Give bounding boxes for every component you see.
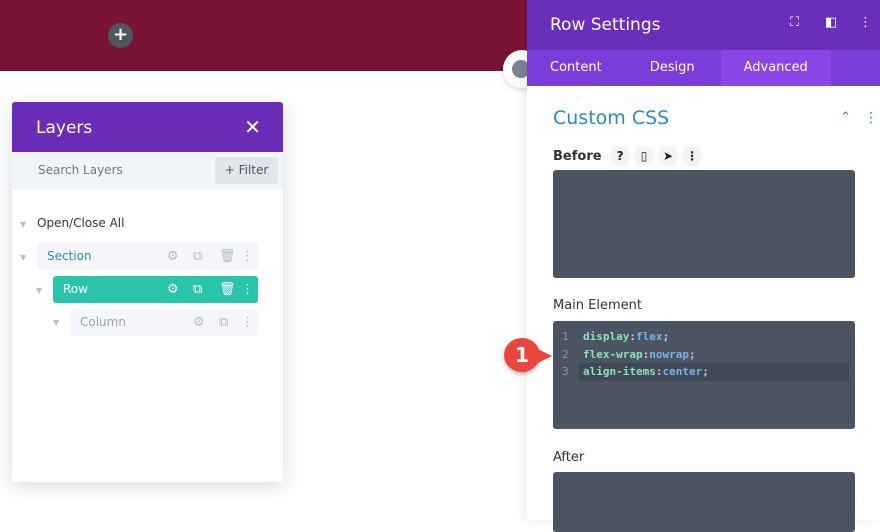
css-value: nowrap: [649, 347, 689, 361]
css-property: flex-wrap: [583, 347, 643, 361]
layers-title: Layers: [36, 118, 93, 138]
css-property: display: [583, 330, 630, 343]
code-line: 3 align-items:center;: [553, 363, 855, 381]
gear-icon[interactable]: ⚙: [167, 276, 179, 303]
layers-header: Layers ✕: [12, 102, 283, 152]
chevron-up-icon[interactable]: ⌃: [840, 110, 851, 125]
mobile-icon[interactable]: ▯: [634, 146, 655, 166]
close-icon[interactable]: ✕: [244, 115, 261, 139]
layer-row[interactable]: Row ⚙ ⧉ 🗑 ⋮: [53, 276, 258, 303]
code-line: 1 display:flex;: [553, 328, 855, 346]
tab-advanced[interactable]: Advanced: [720, 50, 831, 86]
layer-label: Column: [80, 315, 126, 329]
filter-button[interactable]: + Filter: [215, 157, 278, 184]
css-value: center: [662, 365, 703, 378]
layers-panel: Layers ✕ + Filter ▼ Open/Close All ▼ Sect…: [12, 102, 283, 482]
more-icon[interactable]: ⋮: [241, 309, 254, 336]
more-icon[interactable]: ⋮: [241, 243, 254, 270]
gear-icon[interactable]: ⚙: [167, 243, 179, 270]
open-close-all-label: Open/Close All: [37, 216, 125, 230]
duplicate-icon[interactable]: ⧉: [193, 276, 202, 303]
caret-down-icon: ▼: [20, 220, 27, 229]
custom-css-heading[interactable]: Custom CSS: [553, 107, 669, 129]
callout-badge: 1: [504, 338, 552, 372]
before-css-editor[interactable]: [553, 170, 855, 278]
tab-design[interactable]: Design: [625, 50, 721, 86]
layer-section[interactable]: Section ⚙ ⧉ 🗑 ⋮: [37, 243, 258, 270]
open-close-all[interactable]: ▼ Open/Close All: [20, 216, 124, 230]
code-line: 2 flex-wrap:nowrap;: [553, 346, 855, 364]
after-css-editor[interactable]: [553, 472, 855, 532]
trash-icon[interactable]: 🗑: [219, 276, 236, 303]
main-element-css-editor[interactable]: 1 display:flex; 2 flex-wrap:nowrap; 3 align…: [553, 321, 855, 429]
before-label: Before: [553, 149, 602, 164]
line-number: 2: [562, 347, 569, 361]
cursor-icon[interactable]: ➤: [658, 146, 679, 166]
layer-label: Section: [47, 249, 92, 263]
row-settings-panel: Row Settings ⛶ ◧ ⋮ Content Design Advanc…: [527, 0, 880, 532]
css-property: align-items: [583, 365, 656, 378]
trash-icon[interactable]: 🗑: [219, 243, 236, 270]
search-layers-input[interactable]: [38, 163, 198, 177]
more-icon[interactable]: ⋮: [859, 15, 872, 30]
fullscreen-icon[interactable]: ⛶: [790, 15, 799, 30]
css-value: flex: [635, 330, 663, 343]
after-label: After: [553, 450, 585, 465]
add-row-button[interactable]: +: [108, 23, 133, 48]
panel-title: Row Settings: [550, 15, 661, 35]
gear-icon[interactable]: ⚙: [193, 309, 205, 336]
duplicate-icon[interactable]: ⧉: [219, 309, 228, 336]
main-element-label: Main Element: [553, 298, 642, 313]
caret-down-icon[interactable]: ▼: [20, 253, 26, 262]
filter-label: Filter: [238, 163, 269, 177]
help-icon[interactable]: ?: [610, 146, 631, 166]
line-number: 3: [562, 365, 569, 378]
line-number: 1: [562, 330, 569, 343]
layer-label: Row: [63, 282, 88, 296]
caret-down-icon[interactable]: ▼: [36, 286, 42, 295]
sidebar-layout-icon[interactable]: ◧: [825, 15, 837, 30]
tab-content[interactable]: Content: [527, 50, 625, 86]
caret-down-icon[interactable]: ▼: [53, 318, 59, 327]
more-icon[interactable]: ⋮: [682, 146, 703, 166]
plus-icon: +: [224, 163, 239, 177]
more-icon[interactable]: ⋮: [241, 276, 254, 303]
layer-column[interactable]: Column ⚙ ⧉ ⋮: [70, 309, 258, 336]
duplicate-icon[interactable]: ⧉: [193, 243, 202, 270]
more-icon[interactable]: ⋮: [864, 110, 878, 126]
page-section-background: [0, 0, 527, 71]
